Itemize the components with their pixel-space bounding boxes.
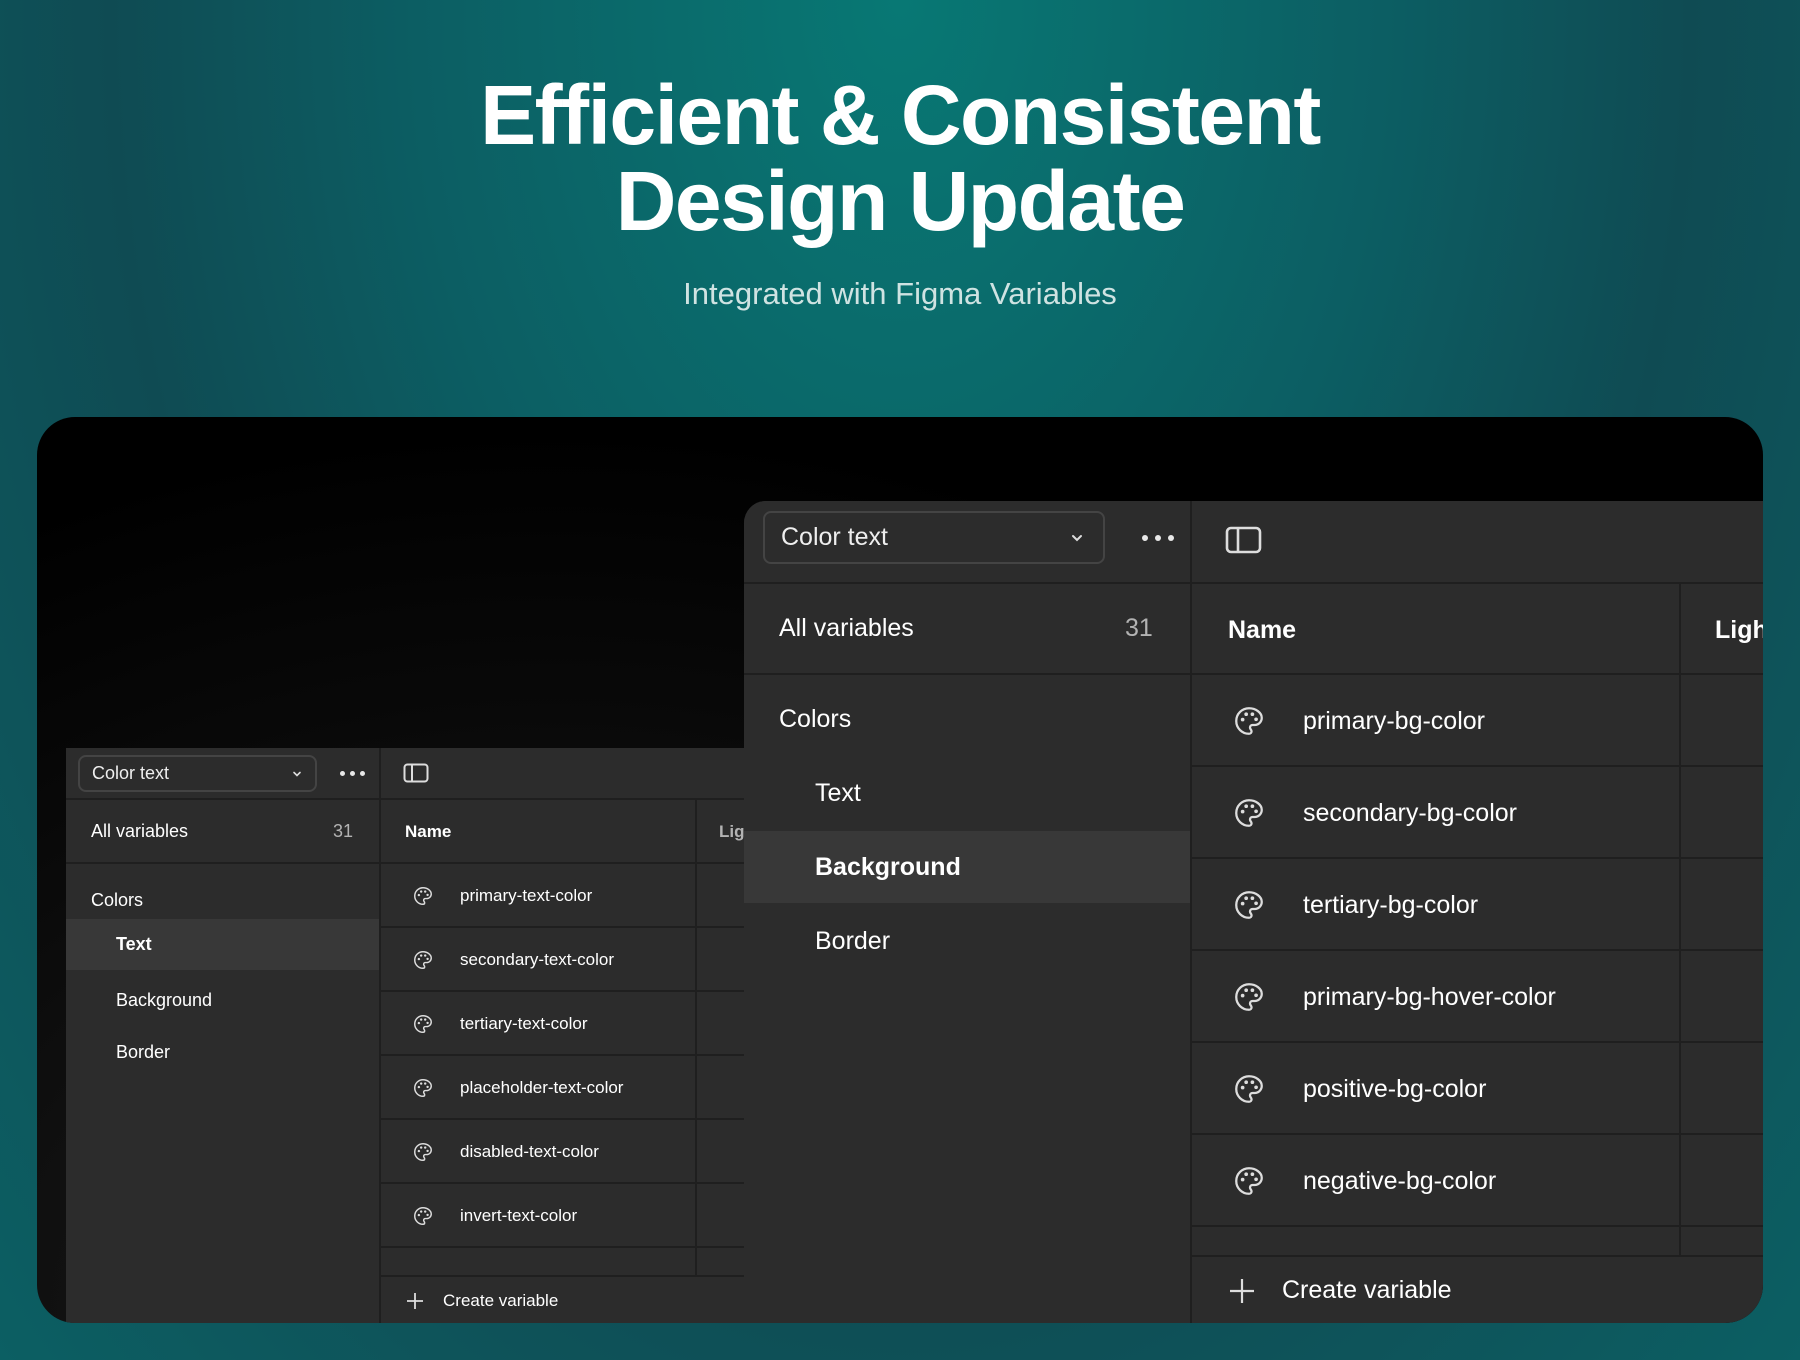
all-variables-label: All variables [779, 614, 914, 642]
palette-icon [1232, 1164, 1266, 1198]
group-colors[interactable]: Colors [779, 705, 851, 734]
all-variables-label: All variables [91, 820, 189, 841]
hero-title-line-2: Design Update [615, 154, 1186, 248]
plus-icon [1228, 1277, 1256, 1305]
all-variables-row[interactable]: All variables 31 [66, 800, 379, 862]
column-header-mode: Light [1715, 616, 1763, 644]
chevron-down-icon [1069, 530, 1085, 546]
create-variable-button[interactable]: Create variable [405, 1278, 786, 1323]
collection-dropdown-label: Color text [92, 763, 170, 783]
create-variable-button[interactable]: Create variable [1228, 1258, 1763, 1323]
hero-title: Efficient & Consistent Design Update [0, 72, 1800, 244]
screenshot-stage: Color text All variables 31 Colors Text … [37, 417, 1763, 1323]
table-row[interactable]: tertiary-bg-colorG [1192, 859, 1763, 951]
chevron-down-icon [291, 768, 303, 780]
group-background[interactable]: Background [744, 831, 1190, 903]
table-row[interactable]: positive-bg-colorSu [1192, 1043, 1763, 1135]
group-background[interactable]: Background [116, 990, 212, 1011]
table-row[interactable]: placeholder-text-color [381, 1056, 786, 1120]
collection-dropdown[interactable]: Color text [78, 755, 317, 792]
variable-name: invert-text-color [460, 1206, 578, 1225]
palette-icon [1232, 888, 1266, 922]
variable-name: tertiary-text-color [460, 1014, 588, 1033]
variable-name: placeholder-text-color [460, 1078, 624, 1097]
palette-icon [412, 1077, 434, 1099]
variables-panel-large: Color text All variables 31 Colors Text … [744, 501, 1763, 1323]
variable-name: secondary-text-color [460, 950, 615, 969]
table-row[interactable]: primary-text-color [381, 864, 786, 928]
palette-icon [1232, 1072, 1266, 1106]
table-row[interactable]: negative-bg-colorRe [1192, 1135, 1763, 1227]
variable-name: secondary-bg-color [1303, 798, 1517, 827]
group-border[interactable]: Border [116, 1042, 170, 1063]
create-variable-label: Create variable [443, 1290, 559, 1310]
variable-name: positive-bg-color [1303, 1074, 1487, 1103]
group-colors[interactable]: Colors [91, 890, 143, 911]
group-border[interactable]: Border [815, 927, 890, 956]
palette-icon [412, 1013, 434, 1035]
variable-name: disabled-text-color [460, 1142, 599, 1161]
variable-name: primary-text-color [460, 886, 593, 905]
table-row[interactable]: secondary-bg-colorG [1192, 767, 1763, 859]
palette-icon [1232, 980, 1266, 1014]
sidebar-toggle-icon[interactable] [1225, 526, 1262, 554]
table-row[interactable]: secondary-text-color [381, 928, 786, 992]
palette-icon [412, 885, 434, 907]
plus-icon [405, 1291, 425, 1311]
palette-icon [412, 949, 434, 971]
sidebar-toggle-icon[interactable] [403, 763, 429, 783]
variables-panel-small: Color text All variables 31 Colors Text … [66, 748, 786, 1323]
column-header-mode: Lig [719, 822, 745, 841]
column-header-name: Name [1228, 616, 1297, 644]
more-icon[interactable] [1142, 535, 1174, 541]
create-variable-label: Create variable [1282, 1276, 1452, 1304]
group-background-label: Background [815, 852, 961, 881]
group-text[interactable]: Text [815, 779, 861, 808]
group-text[interactable]: Text [66, 919, 379, 970]
variable-name: tertiary-bg-color [1303, 890, 1479, 919]
variable-name: primary-bg-color [1303, 706, 1485, 735]
table-row[interactable]: primary-bg-colorBa [1192, 675, 1763, 767]
all-variables-count: 31 [1125, 614, 1153, 642]
group-text-label: Text [116, 934, 152, 954]
table-row[interactable]: disabled-text-color [381, 1120, 786, 1184]
palette-icon [1232, 704, 1266, 738]
table-row[interactable]: invert-text-color [381, 1184, 786, 1248]
palette-icon [412, 1141, 434, 1163]
variable-name: negative-bg-color [1303, 1166, 1497, 1195]
palette-icon [412, 1205, 434, 1227]
palette-icon [1232, 796, 1266, 830]
table-row[interactable]: tertiary-text-color [381, 992, 786, 1056]
hero-title-line-1: Efficient & Consistent [480, 68, 1321, 162]
all-variables-count: 31 [333, 820, 354, 841]
more-icon[interactable] [340, 771, 365, 776]
collection-dropdown-label: Color text [781, 523, 888, 551]
hero-subtitle: Integrated with Figma Variables [683, 276, 1117, 311]
variable-name: primary-bg-hover-color [1303, 982, 1556, 1011]
collection-dropdown[interactable]: Color text [763, 511, 1105, 564]
table-row[interactable]: primary-bg-hover-colorG [1192, 951, 1763, 1043]
all-variables-row[interactable]: All variables 31 [744, 584, 1190, 673]
column-header-name: Name [405, 822, 452, 841]
